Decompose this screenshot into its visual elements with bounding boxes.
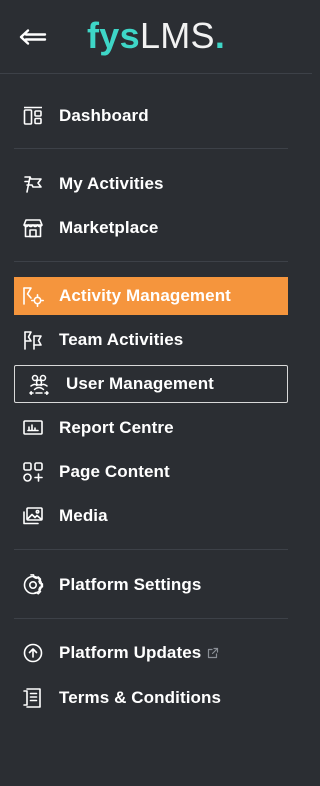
external-link-icon <box>208 647 219 659</box>
sidebar-header: fys LMS. <box>0 0 312 74</box>
nav-item-label: Marketplace <box>59 218 159 237</box>
nav-item-label: Media <box>59 506 108 525</box>
sidebar: fys LMS. Dashboard My Activities Marketp… <box>0 0 312 786</box>
nav-item-label: Terms & Conditions <box>59 688 222 707</box>
divider <box>14 549 288 550</box>
nav-item-dashboard[interactable]: Dashboard <box>14 97 288 135</box>
nav-item-my-activities[interactable]: My Activities <box>14 165 288 203</box>
logo-part-lms: LMS <box>139 15 215 56</box>
nav-item-report-centre[interactable]: Report Centre <box>14 409 288 447</box>
update-gear-icon <box>22 642 44 664</box>
nav-item-label: Platform Settings <box>59 575 202 594</box>
flag-icon <box>22 173 44 195</box>
activity-shapes-icon <box>22 285 44 307</box>
collapse-arrow-icon <box>19 29 47 45</box>
nav-item-label: Activity Management <box>59 286 231 305</box>
nav-item-label: Team Activities <box>59 330 184 349</box>
store-icon <box>22 217 44 239</box>
brand-logo[interactable]: fys LMS. <box>87 14 225 58</box>
nav-item-team-activities[interactable]: Team Activities <box>14 321 288 359</box>
nav-item-label: Platform Updates <box>59 643 219 663</box>
logo-dot: . <box>214 15 226 56</box>
collapse-sidebar-button[interactable] <box>18 24 50 50</box>
document-icon <box>22 687 44 709</box>
media-icon <box>22 505 44 527</box>
team-flags-icon <box>22 329 44 351</box>
divider <box>14 618 288 619</box>
nav-item-media[interactable]: Media <box>14 497 288 535</box>
nav-item-platform-settings[interactable]: Platform Settings <box>14 566 288 604</box>
nav-item-terms-conditions[interactable]: Terms & Conditions <box>14 679 288 717</box>
divider <box>14 148 288 149</box>
nav-item-marketplace[interactable]: Marketplace <box>14 209 288 247</box>
nav-item-platform-updates[interactable]: Platform Updates <box>14 634 288 672</box>
page-content-icon <box>22 461 44 483</box>
divider <box>14 261 288 262</box>
report-icon <box>22 417 44 439</box>
nav-item-page-content[interactable]: Page Content <box>14 453 288 491</box>
nav-item-user-management[interactable]: User Management <box>14 365 288 403</box>
nav-item-label: Page Content <box>59 462 170 481</box>
nav-item-label-text: Platform Updates <box>59 643 202 662</box>
nav-item-label: User Management <box>66 374 214 393</box>
users-icon <box>28 373 50 395</box>
nav-item-label: Report Centre <box>59 418 174 437</box>
nav-item-label: My Activities <box>59 174 164 193</box>
nav-item-label: Dashboard <box>59 106 149 125</box>
logo-part-fys: fys <box>87 15 140 56</box>
dashboard-icon <box>22 105 44 127</box>
nav-item-activity-management[interactable]: Activity Management <box>14 277 288 315</box>
gear-icon <box>22 574 44 596</box>
